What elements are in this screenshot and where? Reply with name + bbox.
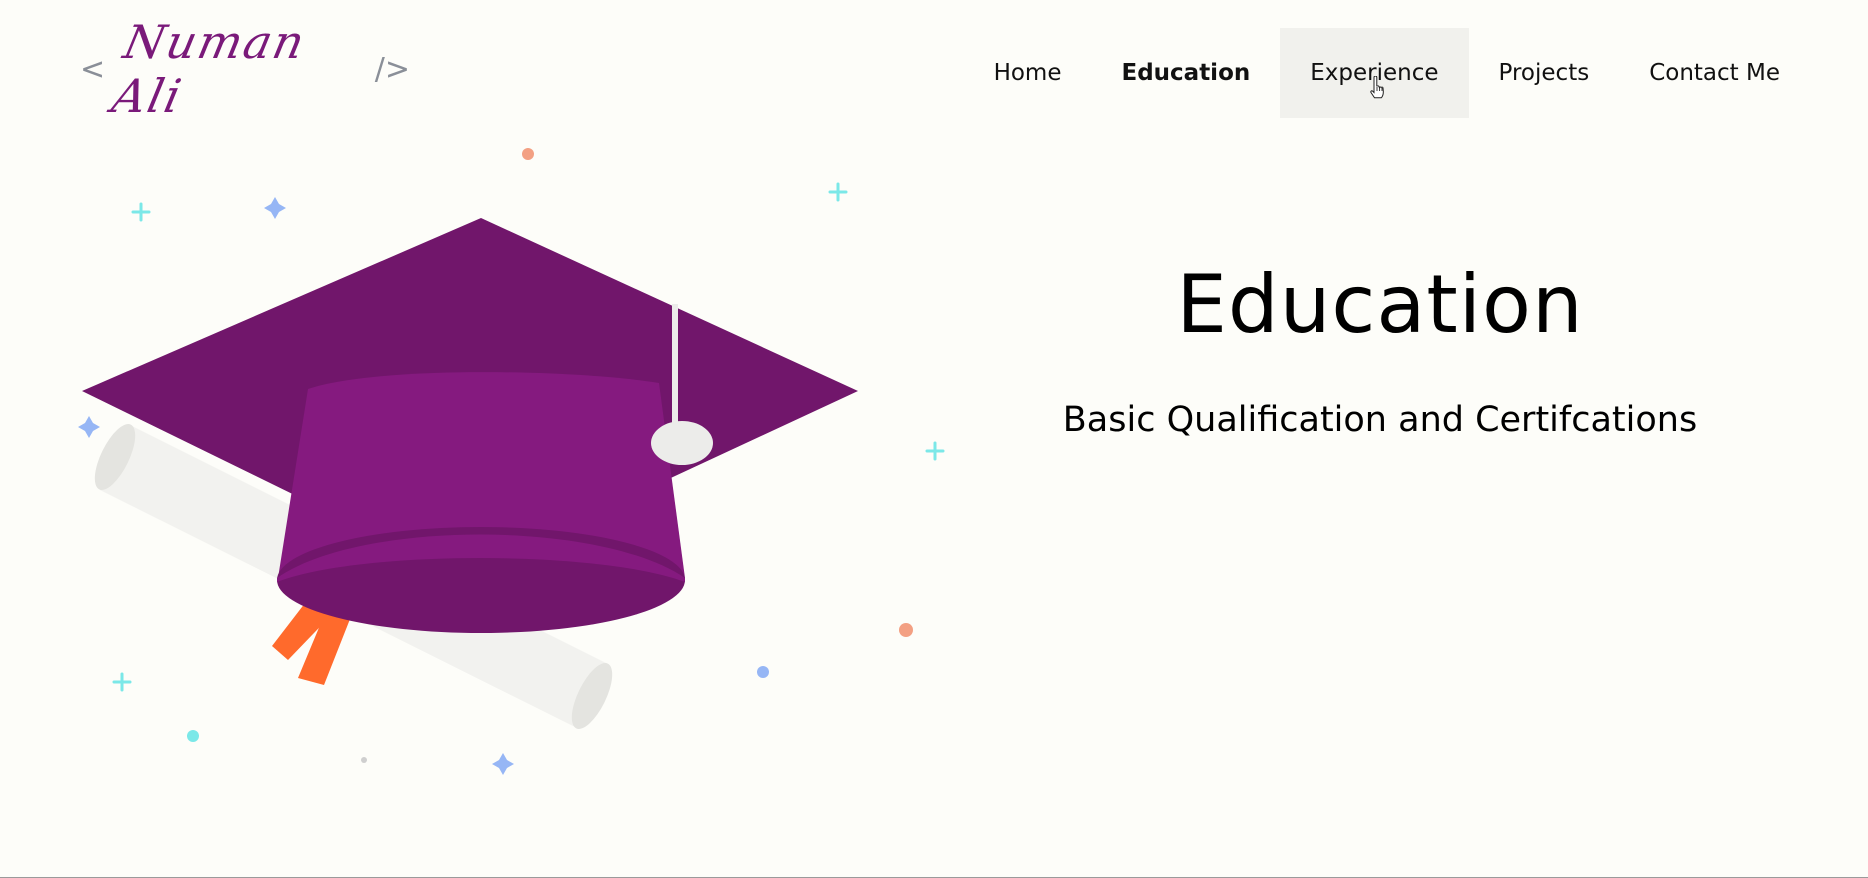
- tassel-cord: [672, 304, 678, 426]
- logo-close-bracket: />: [374, 51, 410, 87]
- main-nav: Home Education Experience Projects Conta…: [964, 28, 1810, 118]
- nav-contact[interactable]: Contact Me: [1619, 28, 1810, 118]
- page-subtitle: Basic Qualification and Certifcations: [1062, 400, 1698, 440]
- page: < Numan Ali /> Home Education Experience…: [0, 0, 1868, 878]
- page-title: Education: [1176, 258, 1584, 351]
- nav-education[interactable]: Education: [1091, 28, 1280, 118]
- nav-experience[interactable]: Experience: [1280, 28, 1469, 118]
- logo-open-bracket: <: [80, 51, 106, 87]
- tassel-button: [651, 421, 713, 465]
- hand-pointer-icon: [1370, 76, 1384, 99]
- nav-home[interactable]: Home: [964, 28, 1092, 118]
- site-logo[interactable]: < Numan Ali />: [80, 15, 410, 123]
- logo-signature: Numan Ali: [107, 15, 312, 123]
- nav-projects[interactable]: Projects: [1469, 28, 1620, 118]
- graduation-illustration: [78, 148, 945, 775]
